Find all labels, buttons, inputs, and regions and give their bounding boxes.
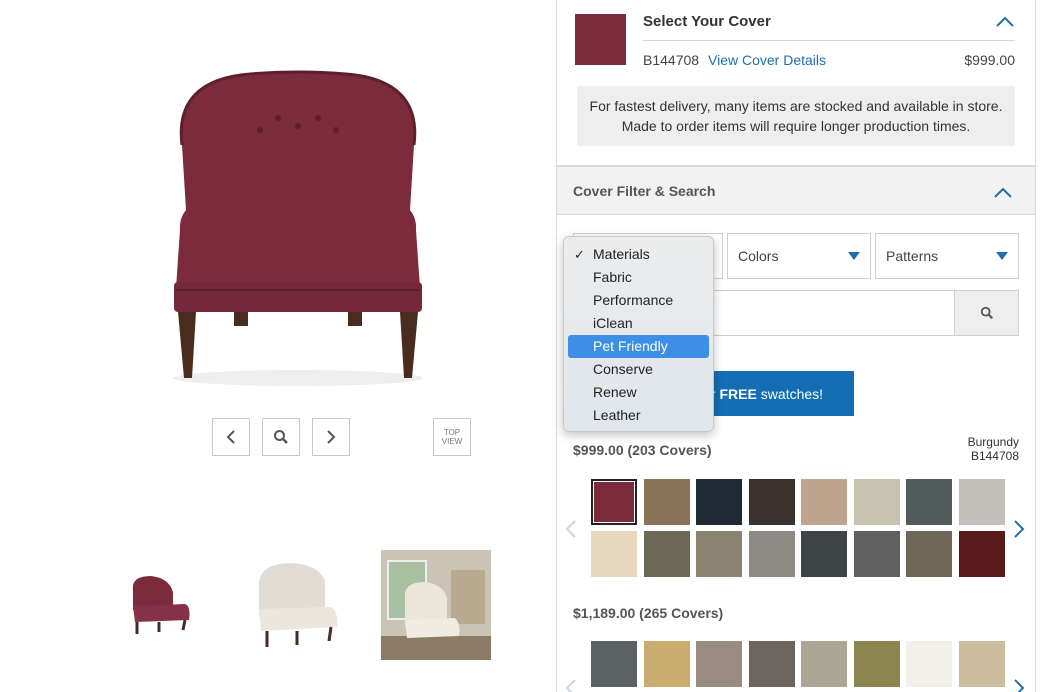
viewer-controls [212,418,350,456]
checkmark-icon: ✓ [574,247,585,262]
thumbnail-burgundy[interactable] [105,550,215,660]
dropdown-option-label: Conserve [593,361,653,377]
dropdown-option-label: Pet Friendly [593,338,668,354]
product-viewer: TOP VIEW [0,0,556,692]
dropdown-option-label: Fabric [593,269,632,285]
swatch-grid [591,479,1005,577]
view-cover-details-link[interactable]: View Cover Details [708,52,826,68]
color-swatch[interactable] [958,531,1005,577]
color-swatch[interactable] [748,531,795,577]
color-swatch[interactable] [958,641,1005,687]
color-swatch[interactable] [853,641,900,687]
chevron-up-icon[interactable] [995,16,1015,28]
selected-swatch-code: B144708 [970,449,1019,463]
color-swatch[interactable] [748,479,795,525]
chevron-right-icon [327,430,336,444]
search-button[interactable] [954,291,1018,335]
color-swatch[interactable] [591,531,637,577]
color-swatch[interactable] [696,479,742,525]
patterns-select-label: Patterns [886,248,939,264]
prev-image-button[interactable] [212,418,250,456]
color-swatch[interactable] [906,531,952,577]
divider [643,40,1015,41]
color-swatch[interactable] [643,641,690,687]
delivery-notice: For fastest delivery, many items are sto… [577,86,1015,146]
next-image-button[interactable] [312,418,350,456]
room-scene-image [381,550,491,660]
dropdown-option[interactable]: iClean [568,312,709,335]
cover-code: B144708 [643,52,700,68]
product-image [173,70,423,386]
color-swatch[interactable] [853,479,900,525]
color-swatch[interactable] [801,531,847,577]
chevron-left-icon[interactable] [565,519,577,539]
swatch-button-free: FREE [719,385,757,402]
dropdown-option-label: Performance [593,292,674,308]
color-swatch[interactable] [696,531,742,577]
top-view-label-1: TOP [443,428,461,437]
filter-header[interactable]: Cover Filter & Search [557,167,1035,215]
color-swatch[interactable] [801,479,847,525]
color-swatch[interactable] [643,531,690,577]
order-free-swatches-button[interactable]: er FREE swatches! [693,371,854,416]
dropdown-option[interactable]: Renew [568,381,709,404]
color-swatch[interactable] [853,531,900,577]
thumbnail-image [258,563,338,647]
color-swatch[interactable] [906,641,952,687]
chevron-right-icon[interactable] [1013,678,1025,692]
search-icon [980,306,993,320]
dropdown-option[interactable]: Performance [568,289,709,312]
dropdown-option[interactable]: ✓ Materials [568,243,709,266]
price-group-title: $999.00 (203 Covers) [573,442,712,458]
color-swatch[interactable] [801,641,847,687]
colors-select-label: Colors [738,248,779,264]
swatch-button-suffix: swatches! [760,385,824,402]
select-cover-section: Select Your Cover B144708 View Cover Det… [557,0,1035,165]
chevron-left-icon[interactable] [565,678,577,692]
dropdown-option[interactable]: Leather [568,404,709,427]
color-swatch[interactable] [958,479,1005,525]
filter-title: Cover Filter & Search [573,183,716,199]
thumbnail-room-scene[interactable] [381,550,491,660]
dropdown-option-label: iClean [593,315,633,331]
color-swatch[interactable] [643,479,690,525]
chevron-left-icon [226,430,235,444]
dropdown-option-label: Leather [593,407,641,423]
thumbnail-image [132,576,190,634]
selected-swatch-name: Burgundy [967,435,1019,449]
zoom-button[interactable] [262,418,300,456]
dropdown-option[interactable]: Pet Friendly [568,335,709,358]
patterns-select[interactable]: Patterns [875,233,1019,279]
color-swatch[interactable] [748,641,795,687]
cover-section-title: Select Your Cover [643,13,771,30]
magnifier-icon [274,430,288,444]
color-swatch[interactable] [906,479,952,525]
selected-cover-swatch [575,14,626,65]
top-view-button[interactable]: TOP VIEW [433,418,471,456]
materials-dropdown-menu: ✓ Materials Fabric Performance iClean Pet Fri… [563,236,714,432]
dropdown-option-label: Renew [593,384,637,400]
price-group-title: $1,189.00 (265 Covers) [573,605,724,621]
colors-select[interactable]: Colors [727,233,871,279]
thumbnail-ivory[interactable] [243,550,353,660]
dropdown-option[interactable]: Fabric [568,266,709,289]
dropdown-option-label: Materials [593,246,650,262]
swatch-grid [591,641,1005,687]
color-swatch[interactable] [591,641,637,687]
cover-price: $999.00 [964,52,1015,68]
top-view-label-2: VIEW [441,437,463,446]
caret-down-icon [848,252,860,260]
caret-down-icon [996,252,1008,260]
color-swatch[interactable] [591,479,637,525]
selected-swatch-label: Burgundy B144708 [968,435,1019,463]
dropdown-option[interactable]: Conserve [568,358,709,381]
color-swatch[interactable] [696,641,742,687]
chevron-right-icon[interactable] [1013,519,1025,539]
chevron-up-icon[interactable] [993,187,1013,199]
